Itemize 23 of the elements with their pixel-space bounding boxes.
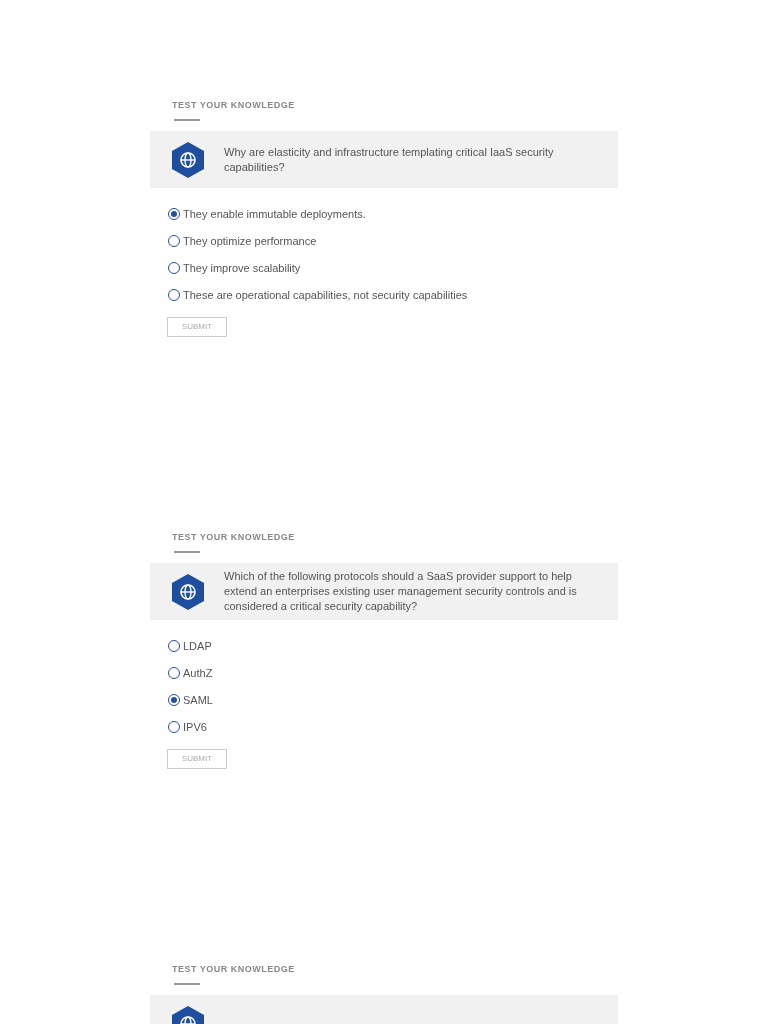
answer-option[interactable]: They optimize performance <box>168 233 618 249</box>
radio-button[interactable] <box>168 208 180 220</box>
section-heading: TEST YOUR KNOWLEDGE <box>172 531 296 543</box>
globe-icon <box>172 573 204 610</box>
answer-option[interactable]: These are operational capabilities, not security capabilities <box>168 287 618 303</box>
answer-option[interactable]: AuthZ <box>168 665 618 681</box>
radio-button[interactable] <box>168 694 180 706</box>
question-text: Which of the following protocols should a SaaS provider support to help extend an enterprises existing user management security controls and is considered a critical security capability? <box>224 569 578 614</box>
radio-button[interactable] <box>168 235 180 247</box>
answer-option[interactable]: SAML <box>168 692 618 708</box>
answer-option[interactable]: IPV6 <box>168 719 618 735</box>
globe-icon <box>172 141 204 178</box>
answer-option[interactable]: They enable immutable deployments. <box>168 206 618 222</box>
section-heading: TEST YOUR KNOWLEDGE <box>172 99 296 111</box>
radio-button[interactable] <box>168 289 180 301</box>
radio-button[interactable] <box>168 640 180 652</box>
answer-option[interactable]: LDAP <box>168 638 618 654</box>
radio-button[interactable] <box>168 262 180 274</box>
radio-button[interactable] <box>168 667 180 679</box>
section-heading: TEST YOUR KNOWLEDGE <box>172 963 296 975</box>
radio-button[interactable] <box>168 721 180 733</box>
answer-option[interactable]: They improve scalability <box>168 260 618 276</box>
question-text: Why are elasticity and infrastructure templating critical IaaS security capabilities? <box>224 144 555 175</box>
